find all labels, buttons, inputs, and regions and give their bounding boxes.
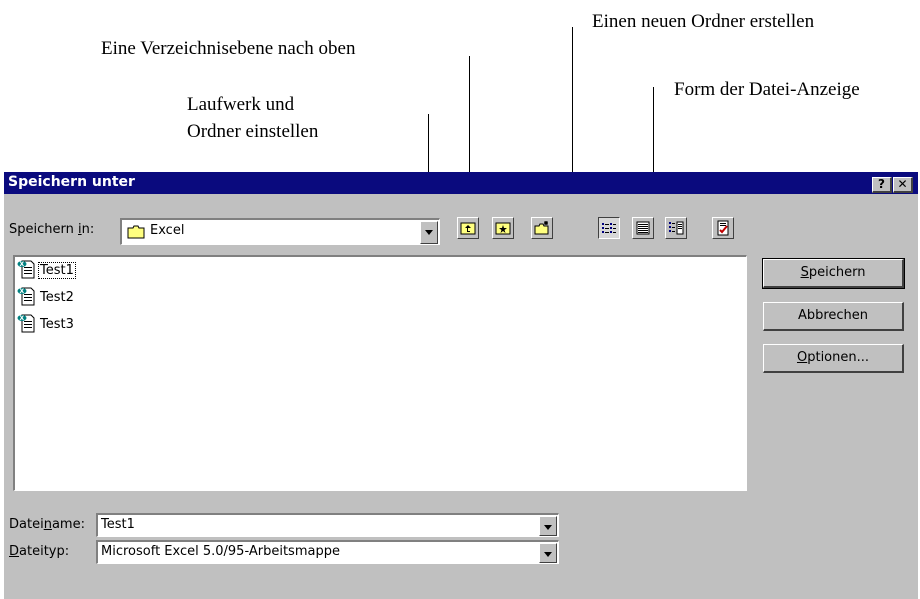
- filetype-select[interactable]: Microsoft Excel 5.0/95-Arbeitsmappe: [96, 540, 559, 564]
- list-view-icon: [602, 223, 616, 233]
- title-bar: Speichern unter ? ✕: [4, 172, 918, 194]
- save-in-combobox[interactable]: Excel: [120, 218, 440, 245]
- dialog-title: Speichern unter: [8, 174, 135, 190]
- save-in-value: Excel: [150, 223, 185, 238]
- commands-button[interactable]: [712, 217, 734, 239]
- excel-file-icon: X: [17, 287, 35, 306]
- annotation-up-one-level: Eine Verzeichnisebene nach oben: [101, 38, 356, 59]
- details-view-icon: [636, 221, 650, 235]
- folder-icon: [127, 225, 145, 239]
- filename-field[interactable]: Test1: [96, 513, 559, 537]
- filetype-dropdown-button[interactable]: [539, 543, 557, 563]
- file-name: Test2: [40, 290, 74, 305]
- save-in-dropdown-button[interactable]: [420, 221, 438, 244]
- list-view-button[interactable]: [598, 217, 620, 239]
- file-list[interactable]: X Test1 X Test2 X Test3: [13, 255, 747, 491]
- filename-label: Dateiname:: [9, 517, 85, 532]
- new-folder-button[interactable]: [531, 217, 553, 239]
- options-button[interactable]: Optionen...: [763, 344, 904, 373]
- file-name: Test1: [38, 262, 76, 279]
- file-name: Test3: [40, 317, 74, 332]
- annotation-drive-folder-line2: Ordner einstellen: [187, 121, 319, 142]
- filename-value: Test1: [101, 517, 135, 532]
- close-button[interactable]: ✕: [893, 177, 913, 193]
- annotation-view-mode: Form der Datei-Anzeige: [674, 79, 860, 100]
- cancel-button[interactable]: Abbrechen: [763, 302, 904, 331]
- commands-icon: [717, 220, 729, 236]
- properties-view-icon: [669, 221, 684, 235]
- up-one-level-button[interactable]: [457, 217, 479, 239]
- help-button[interactable]: ?: [872, 177, 892, 193]
- up-folder-icon: [460, 222, 476, 235]
- excel-file-icon: X: [17, 314, 35, 333]
- save-button[interactable]: Speichern: [762, 258, 905, 289]
- favorites-button[interactable]: [492, 217, 514, 239]
- filetype-label: Dateityp:: [9, 544, 70, 559]
- svg-text:X: X: [20, 288, 25, 295]
- details-view-button[interactable]: [632, 217, 654, 239]
- properties-view-button[interactable]: [665, 217, 687, 239]
- annotation-new-folder: Einen neuen Ordner erstellen: [592, 11, 815, 32]
- filetype-value: Microsoft Excel 5.0/95-Arbeitsmappe: [101, 544, 340, 559]
- save-in-label: Speichern in:: [9, 222, 95, 237]
- svg-text:X: X: [20, 261, 25, 268]
- close-icon: ✕: [897, 177, 908, 191]
- annotation-drive-folder-line1: Laufwerk und: [187, 94, 295, 115]
- save-as-dialog: Speichern unter ? ✕ Speichern in: Excel …: [4, 172, 918, 599]
- help-icon: ?: [878, 177, 885, 191]
- svg-text:X: X: [20, 315, 25, 322]
- favorites-icon: [495, 222, 511, 235]
- excel-file-icon: X: [17, 260, 35, 279]
- new-folder-icon: [534, 221, 549, 235]
- filename-dropdown-button[interactable]: [539, 516, 557, 536]
